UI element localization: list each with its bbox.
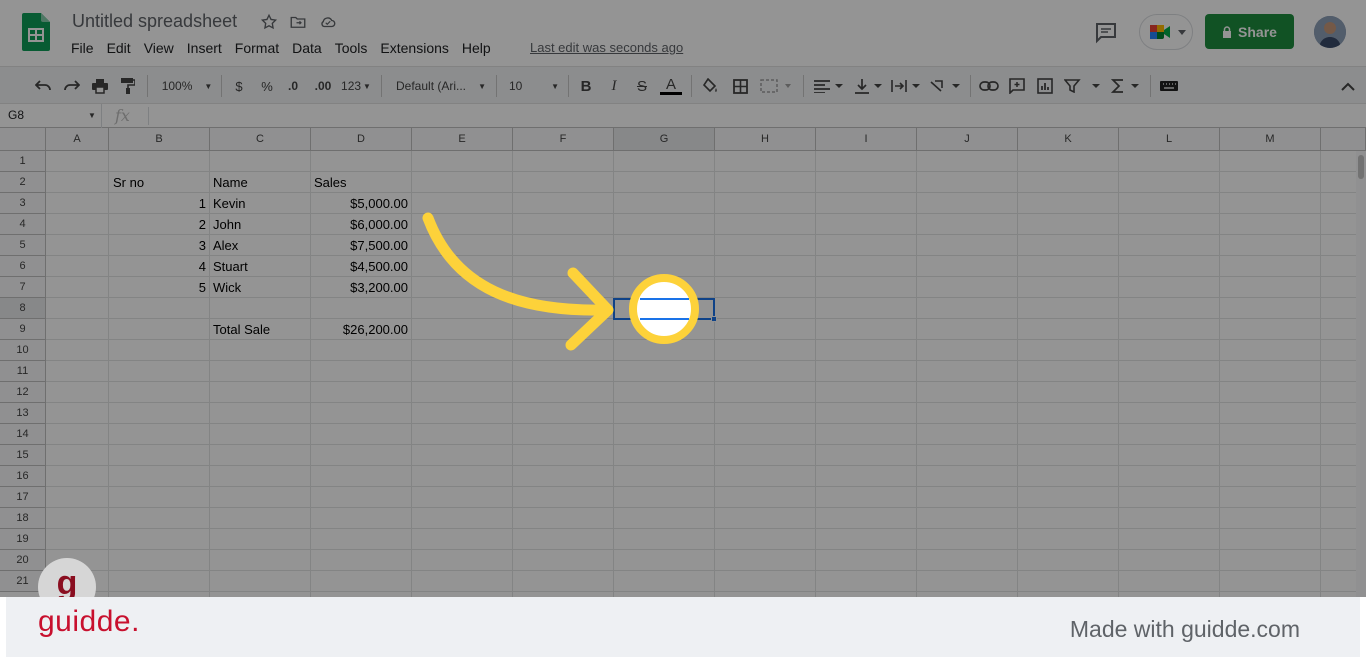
guidde-logo[interactable]: guidde. (38, 605, 140, 639)
tutorial-annotation (422, 212, 699, 351)
guidde-footer: guidde. Made with guidde.com (0, 597, 1366, 657)
pointer-arrow (422, 212, 612, 316)
footer-panel: guidde. Made with guidde.com (6, 597, 1360, 657)
highlight-ring (629, 274, 699, 344)
made-with-text: Made with guidde.com (1069, 616, 1300, 642)
